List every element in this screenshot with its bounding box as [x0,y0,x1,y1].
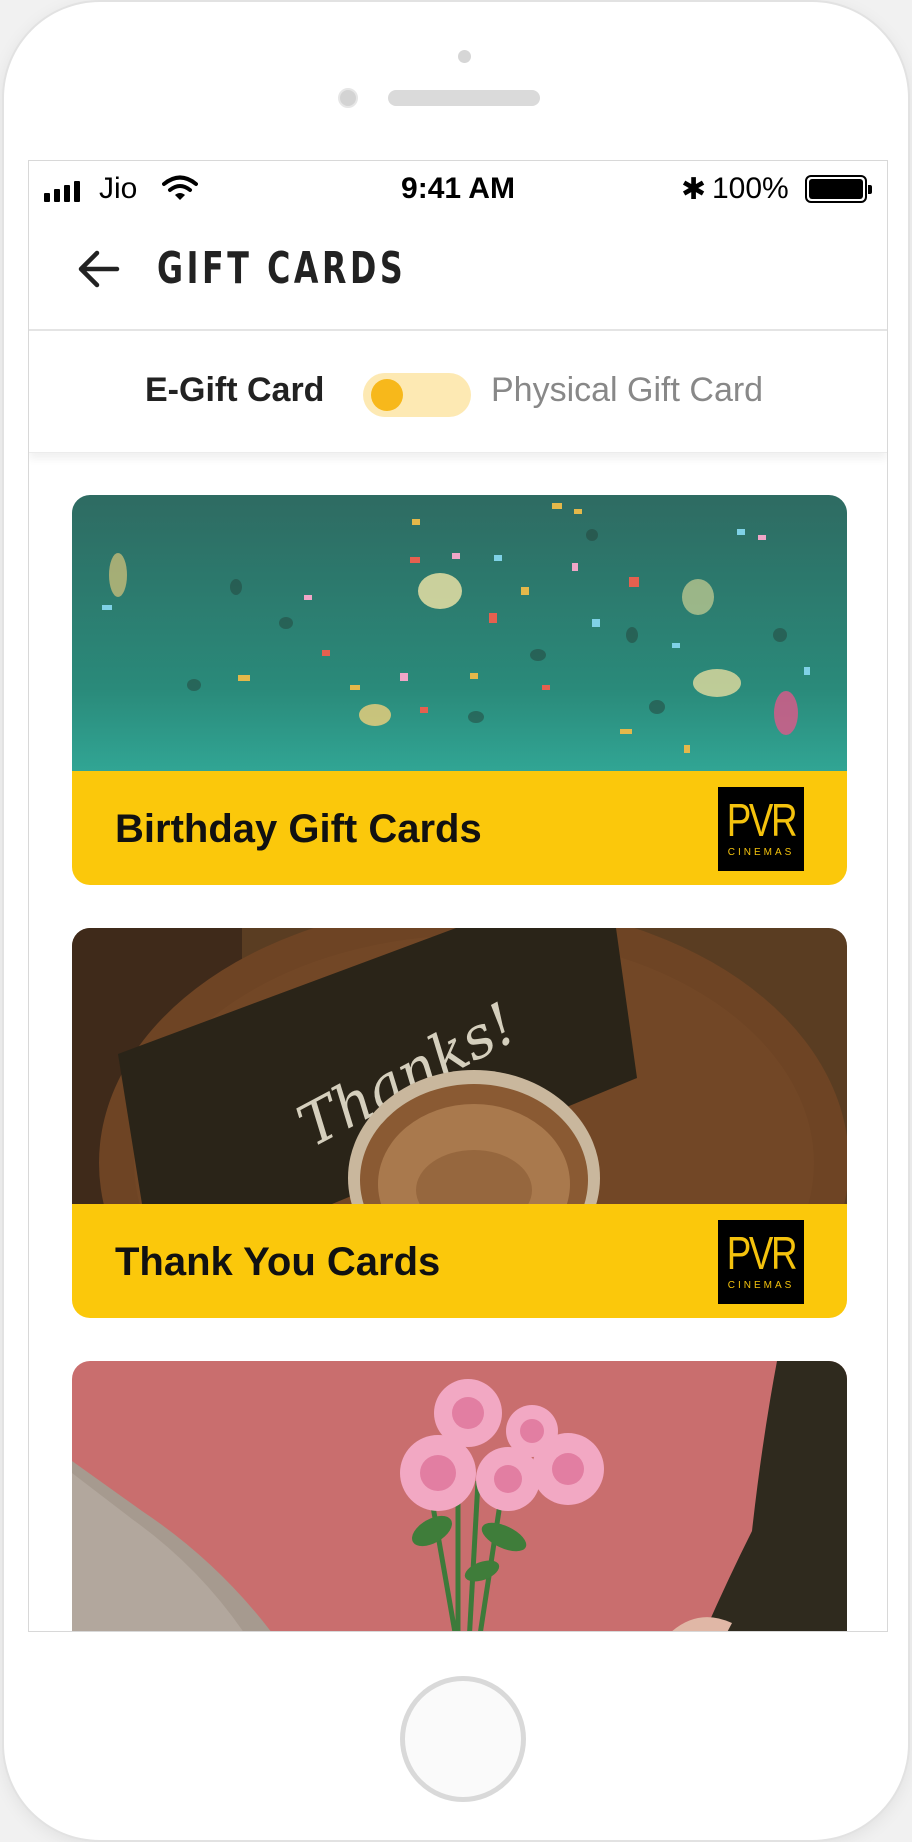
switch-knob[interactable] [371,379,403,411]
card-title: Thank You Cards [115,1240,441,1284]
birthday-gift-card[interactable]: Birthday Gift Cards PVR CINEMAS [72,495,847,885]
physical-gift-card-label[interactable]: Physical Gift Card [491,371,763,410]
arrow-left-icon[interactable] [69,239,129,299]
roses-photo [72,1361,847,1631]
roses-gift-card[interactable] [72,1361,847,1631]
thank-you-card[interactable]: Thanks! Thank You Cards PVR CINEMAS [72,928,847,1318]
pvr-logo: PVR CINEMAS [718,1220,804,1304]
front-camera [458,50,471,63]
card-type-switch[interactable] [363,373,471,417]
thanks-coffee-photo: Thanks! [72,928,847,1204]
e-gift-card-label[interactable]: E-Gift Card [145,371,324,410]
card-label-band: Thank You Cards PVR CINEMAS [72,1204,847,1318]
battery-icon [805,175,872,203]
card-title: Birthday Gift Cards [115,807,482,851]
home-button[interactable] [400,1676,526,1802]
top-nav-bar: GIFT CARDS [29,217,887,331]
pvr-logo: PVR CINEMAS [718,787,804,871]
proximity-sensor [338,88,358,108]
confetti-photo [72,495,847,771]
battery-percentage: 100% [712,172,789,205]
page-title: GIFT CARDS [157,243,407,294]
card-type-toggle-row: E-Gift Card Physical Gift Card [29,333,887,453]
card-label-band: Birthday Gift Cards PVR CINEMAS [72,771,847,885]
bluetooth-icon: ✱ [681,173,707,206]
status-bar: Jio 9:41 AM ✱ 100% [29,161,887,217]
earpiece-speaker [388,90,540,106]
app-screen: Jio 9:41 AM ✱ 100% GIFT CARDS E-Gift Car… [28,160,888,1632]
